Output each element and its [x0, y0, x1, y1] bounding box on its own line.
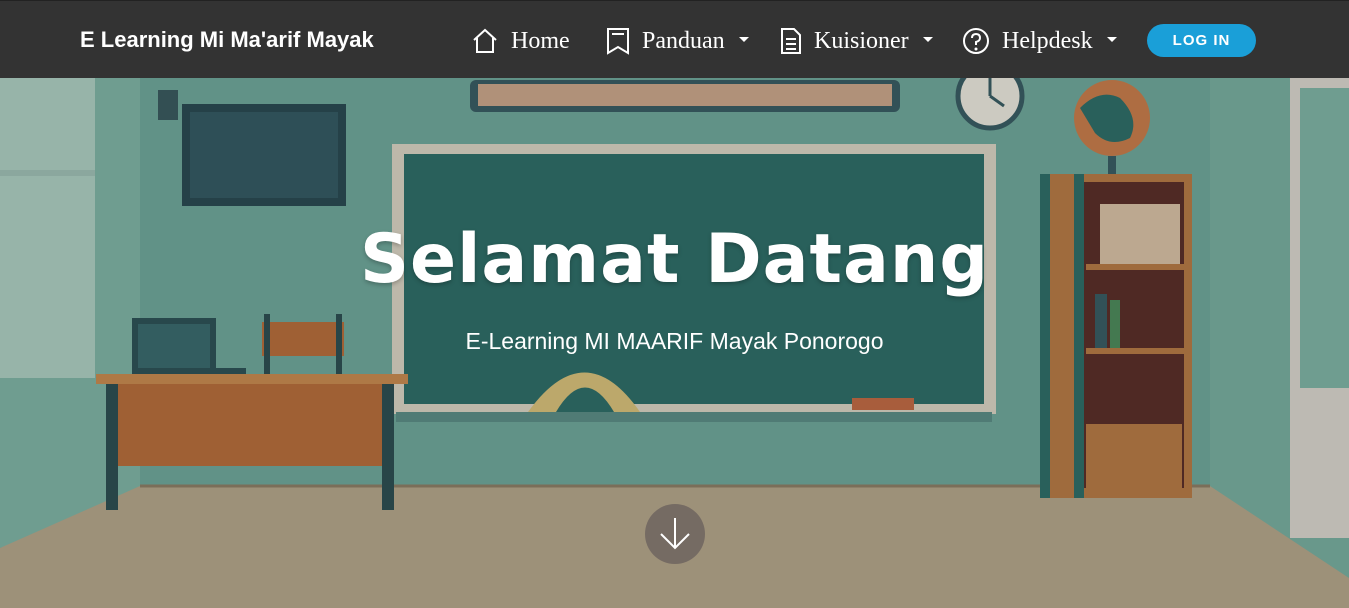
arrow-down-icon: [660, 518, 690, 550]
nav-helpdesk[interactable]: Helpdesk: [962, 23, 1117, 59]
brand-title[interactable]: E Learning Mi Ma'arif Mayak: [80, 27, 374, 53]
hero-section: Selamat Datang E-Learning MI MAARIF Maya…: [0, 78, 1349, 608]
document-icon: [781, 28, 801, 54]
nav-kuisioner[interactable]: Kuisioner: [780, 23, 933, 59]
nav-helpdesk-label: Helpdesk: [1002, 27, 1093, 54]
login-button[interactable]: LOG IN: [1147, 24, 1256, 57]
bookmark-icon: [607, 28, 629, 55]
chevron-down-icon: [738, 36, 749, 42]
hero-title: Selamat Datang: [359, 220, 990, 299]
scroll-down-button[interactable]: [645, 504, 705, 564]
chevron-down-icon: [922, 36, 933, 42]
nav-home[interactable]: Home: [471, 23, 570, 59]
hero-subtitle: E-Learning MI MAARIF Mayak Ponorogo: [465, 328, 884, 354]
nav-home-label: Home: [511, 27, 570, 54]
nav-kuisioner-label: Kuisioner: [814, 27, 909, 54]
nav-panduan-label: Panduan: [642, 27, 725, 54]
home-icon: [473, 28, 497, 53]
nav-panduan[interactable]: Panduan: [606, 23, 749, 59]
help-circle-icon: [963, 28, 989, 54]
chevron-down-icon: [1106, 36, 1117, 42]
top-navbar: E Learning Mi Ma'arif Mayak Home Panduan…: [0, 0, 1349, 78]
